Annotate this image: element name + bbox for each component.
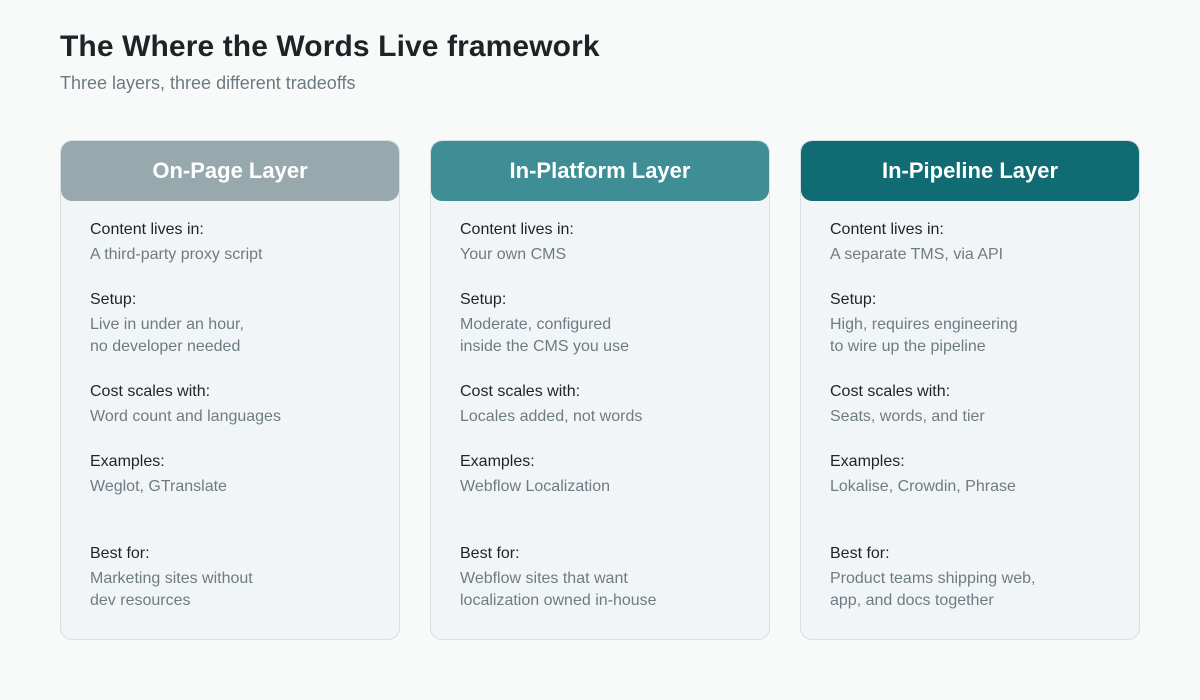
page-title: The Where the Words Live framework (60, 30, 600, 63)
field-label: Setup: (90, 291, 137, 308)
field-examples: Examples: Webflow Localization (460, 451, 749, 498)
card-in-platform-layer: In-Platform Layer Content lives in: Your… (430, 140, 770, 640)
field-label: Setup: (460, 291, 507, 308)
field-value: High, requires engineering to wire up th… (830, 316, 1018, 355)
field-content-lives-in: Content lives in: A separate TMS, via AP… (830, 219, 1119, 266)
field-label: Best for: (830, 545, 890, 562)
field-value: Moderate, configured inside the CMS you … (460, 316, 629, 355)
field-cost-scales-with: Cost scales with: Word count and languag… (90, 381, 379, 428)
field-label: Content lives in: (830, 221, 944, 238)
card-header: In-Platform Layer (431, 141, 769, 201)
field-cost-scales-with: Cost scales with: Locales added, not wor… (460, 381, 749, 428)
card-on-page-layer: On-Page Layer Content lives in: A third-… (60, 140, 400, 640)
field-label: Cost scales with: (90, 383, 211, 400)
layer-cards: On-Page Layer Content lives in: A third-… (60, 140, 1140, 640)
field-value: Word count and languages (90, 408, 281, 425)
field-label: Content lives in: (460, 221, 574, 238)
field-value: A separate TMS, via API (830, 246, 1004, 263)
card-header: On-Page Layer (61, 141, 399, 201)
field-value: A third-party proxy script (90, 246, 263, 263)
field-label: Cost scales with: (830, 383, 951, 400)
field-cost-scales-with: Cost scales with: Seats, words, and tier (830, 381, 1119, 428)
field-content-lives-in: Content lives in: Your own CMS (460, 219, 749, 266)
field-value: Webflow sites that want localization own… (460, 570, 657, 609)
field-best-for: Best for: Webflow sites that want locali… (460, 543, 749, 612)
field-label: Setup: (830, 291, 877, 308)
field-value: Your own CMS (460, 246, 567, 263)
field-label: Examples: (90, 453, 165, 470)
field-content-lives-in: Content lives in: A third-party proxy sc… (90, 219, 379, 266)
field-value: Product teams shipping web, app, and doc… (830, 570, 1036, 609)
field-best-for: Best for: Product teams shipping web, ap… (830, 543, 1119, 612)
field-label: Best for: (460, 545, 520, 562)
field-best-for: Best for: Marketing sites without dev re… (90, 543, 379, 612)
card-in-pipeline-layer: In-Pipeline Layer Content lives in: A se… (800, 140, 1140, 640)
field-value: Seats, words, and tier (830, 408, 985, 425)
card-header: In-Pipeline Layer (801, 141, 1139, 201)
field-examples: Examples: Lokalise, Crowdin, Phrase (830, 451, 1119, 498)
field-setup: Setup: Live in under an hour, no develop… (90, 289, 379, 358)
field-label: Cost scales with: (460, 383, 581, 400)
field-label: Best for: (90, 545, 150, 562)
field-label: Examples: (460, 453, 535, 470)
field-label: Examples: (830, 453, 905, 470)
page-subtitle: Three layers, three different tradeoffs (60, 73, 356, 93)
field-examples: Examples: Weglot, GTranslate (90, 451, 379, 498)
field-value: Locales added, not words (460, 408, 643, 425)
field-value: Lokalise, Crowdin, Phrase (830, 478, 1016, 495)
field-setup: Setup: Moderate, configured inside the C… (460, 289, 749, 358)
field-value: Weglot, GTranslate (90, 478, 227, 495)
field-value: Webflow Localization (460, 478, 611, 495)
field-label: Content lives in: (90, 221, 204, 238)
field-value: Marketing sites without dev resources (90, 570, 253, 609)
field-setup: Setup: High, requires engineering to wir… (830, 289, 1119, 358)
field-value: Live in under an hour, no developer need… (90, 316, 244, 355)
